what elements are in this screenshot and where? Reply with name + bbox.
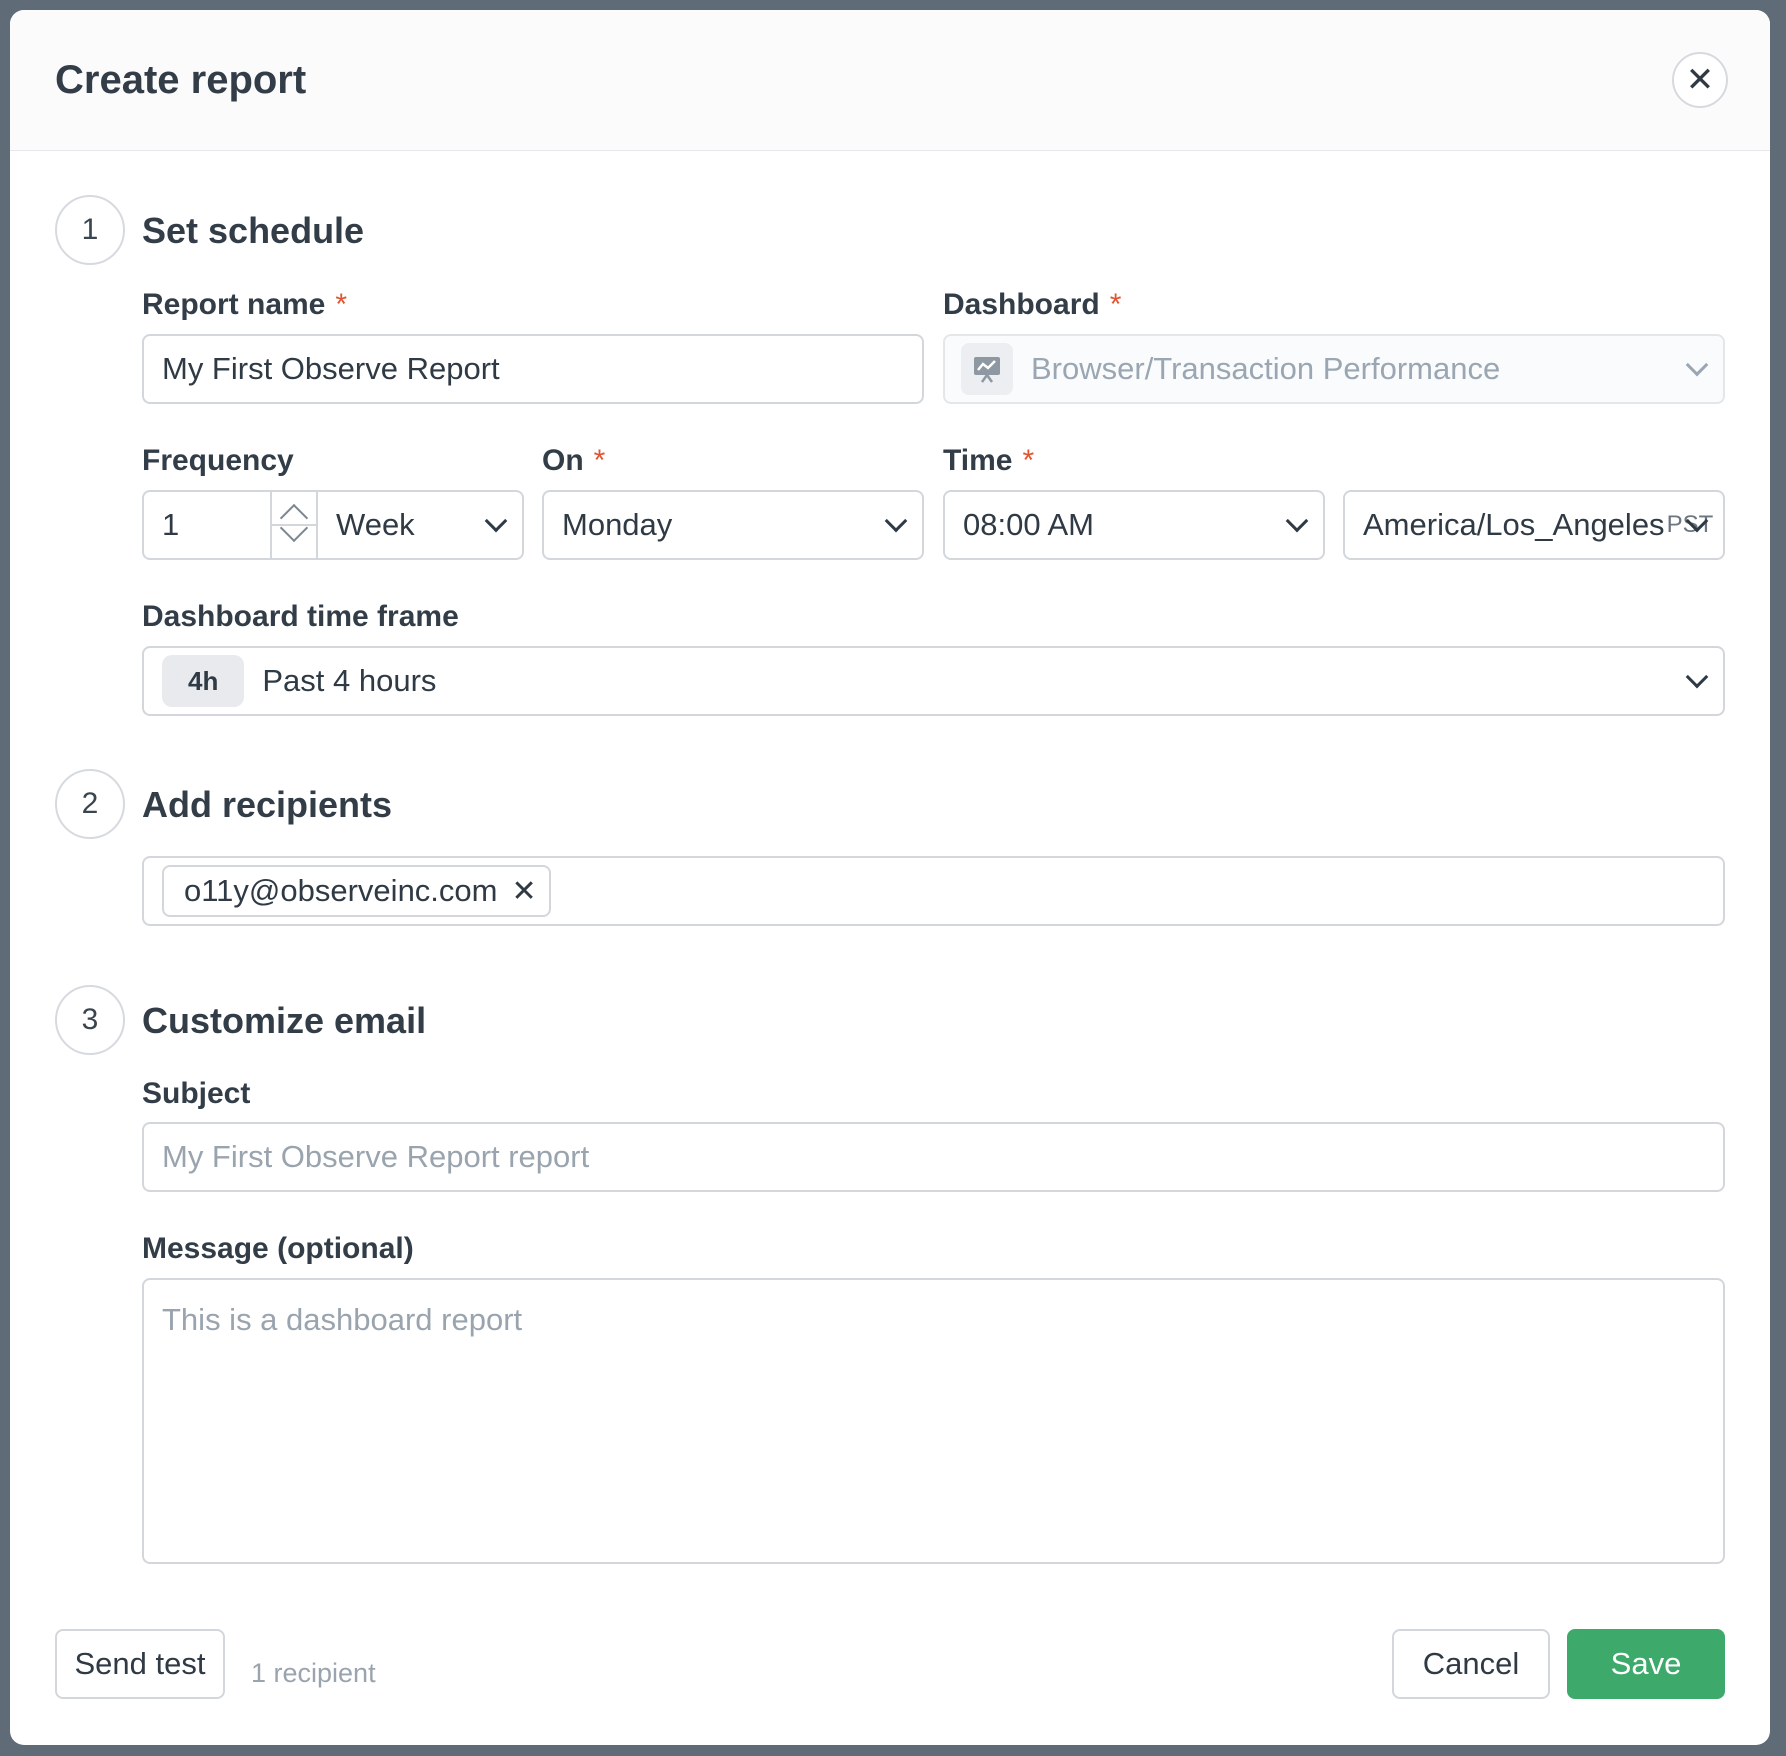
step-3-title: Customize email [142,1000,427,1041]
dashboard-select[interactable]: Browser/Transaction Performance [943,334,1725,404]
frequency-unit-select[interactable]: Week [336,507,415,543]
close-icon: ✕ [1685,61,1715,99]
chevron-down-icon [1685,353,1709,377]
time-label-text: Time [943,444,1013,477]
on-day-select[interactable]: Monday [542,490,924,560]
on-label: On * [542,444,605,478]
save-button[interactable]: Save [1567,1629,1725,1699]
step-2-circle: 2 [55,769,125,839]
presentation-chart-icon [961,343,1013,395]
message-textarea[interactable]: This is a dashboard report [142,1278,1725,1564]
timeframe-value: Past 4 hours [262,663,437,698]
report-name-value: My First Observe Report [162,351,500,386]
recipient-count: 1 recipient [251,1658,376,1688]
subject-input[interactable]: My First Observe Report report [142,1122,1725,1192]
time-value: 08:00 AM [963,507,1094,542]
required-mark: * [335,288,348,321]
subject-placeholder: My First Observe Report report [162,1139,590,1174]
modal-header: Create report ✕ [10,10,1770,151]
timezone-value: America/Los_Angeles [1363,507,1665,542]
cancel-button[interactable]: Cancel [1392,1629,1550,1699]
dashboard-label-text: Dashboard [943,288,1100,321]
remove-recipient-icon[interactable]: ✕ [511,874,536,909]
message-label: Message (optional) [142,1232,414,1265]
step-1-circle: 1 [55,195,125,265]
required-mark: * [1109,288,1122,321]
recipient-email: o11y@observeinc.com [184,873,498,908]
timeframe-badge: 4h [162,655,245,707]
create-report-modal: Create report ✕ 1 Set schedule Report na… [10,10,1770,1745]
report-name-input[interactable]: My First Observe Report [142,334,924,404]
frequency-stepper[interactable] [270,492,318,558]
frequency-count-input[interactable]: 1 [162,507,179,543]
chevron-down-icon [1685,665,1709,689]
on-day-value: Monday [562,507,673,542]
required-mark: * [593,444,606,477]
step-3-circle: 3 [55,985,125,1055]
message-placeholder: This is a dashboard report [162,1302,523,1337]
frequency-label: Frequency [142,444,294,477]
report-name-label-text: Report name [142,288,326,321]
time-select[interactable]: 08:00 AM [943,490,1325,560]
dashboard-label: Dashboard * [943,288,1121,322]
modal-title: Create report [55,58,307,102]
timeframe-label: Dashboard time frame [142,600,459,633]
chevron-down-icon [1285,509,1309,533]
step-2-title: Add recipients [142,784,393,825]
dashboard-value: Browser/Transaction Performance [1031,351,1501,386]
on-label-text: On [542,444,584,477]
send-test-button[interactable]: Send test [55,1629,225,1699]
frequency-control: 1 Week [142,490,524,560]
time-label: Time * [943,444,1034,478]
report-name-label: Report name * [142,288,347,322]
close-button[interactable]: ✕ [1672,52,1728,108]
subject-label: Subject [142,1077,251,1110]
chevron-down-icon [484,509,508,533]
recipients-input[interactable]: o11y@observeinc.com ✕ [142,856,1725,926]
recipient-tag: o11y@observeinc.com ✕ [162,865,551,917]
required-mark: * [1022,444,1035,477]
chevron-down-icon [884,509,908,533]
timezone-select[interactable]: America/Los_Angeles PST [1343,490,1725,560]
timeframe-select[interactable]: 4h Past 4 hours [142,646,1725,716]
step-1-title: Set schedule [142,210,365,251]
